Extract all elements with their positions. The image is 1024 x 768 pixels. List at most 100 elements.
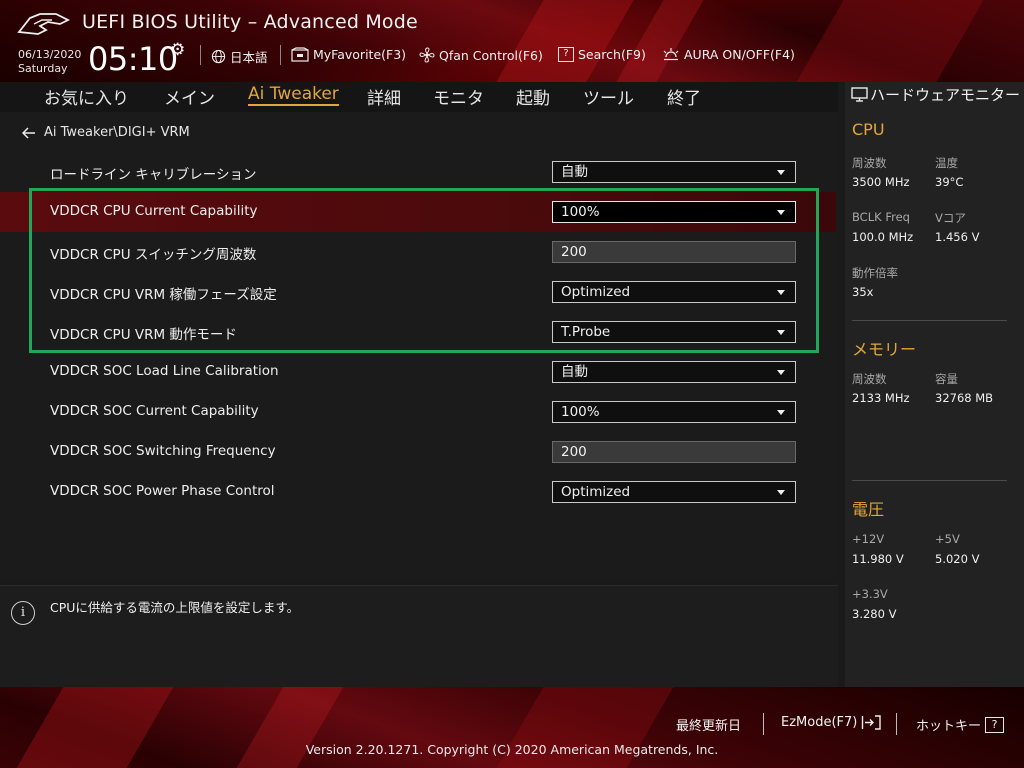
search-label: Search(F9) xyxy=(578,47,646,62)
tab-boot[interactable]: 起動 xyxy=(516,84,550,109)
cpu-heading: CPU xyxy=(852,120,885,139)
dropdown-value: 100% xyxy=(561,204,600,220)
setting-label: VDDCR CPU Current Capability xyxy=(50,203,258,219)
ezmode-button[interactable]: EzMode(F7) xyxy=(781,715,882,730)
bottom-footer: 最終更新日 EzMode(F7) ホットキー ? Version 2.20.12… xyxy=(0,687,1024,768)
favorite-icon xyxy=(291,47,309,62)
hotkeys-label: ホットキー xyxy=(916,719,982,734)
hotkey-help-icon: ? xyxy=(985,716,1005,733)
hardware-monitor-panel: ハードウェアモニター CPU 周波数 温度 3500 MHz 39°C BCLK… xyxy=(845,82,1024,687)
ezmode-label: EzMode(F7) xyxy=(781,715,858,730)
qfan-button[interactable]: Qfan Control(F6) xyxy=(419,47,543,63)
memory-heading: メモリー xyxy=(852,340,917,359)
dropdown-value: 100% xyxy=(561,404,600,420)
gear-icon[interactable]: ⚙ xyxy=(170,40,185,60)
setting-row-soc-llc[interactable]: VDDCR SOC Load Line Calibration 自動 xyxy=(0,352,836,392)
help-bar: i CPUに供給する電流の上限値を設定します。 xyxy=(0,585,838,688)
language-button[interactable]: 日本語 xyxy=(211,47,268,66)
mem-cap-value: 32768 MB xyxy=(935,391,994,405)
main-nav: お気に入り メイン Ai Tweaker 詳細 モニタ 起動 ツール 終了 xyxy=(0,82,838,112)
input-value: 200 xyxy=(561,444,587,460)
hotkeys-button[interactable]: ホットキー ? xyxy=(916,715,1005,734)
last-modified-label: 最終更新日 xyxy=(676,719,742,734)
cpu-temp-value: 39°C xyxy=(935,175,964,189)
dropdown-arrow-icon xyxy=(777,290,785,295)
myfavorite-label: MyFavorite(F3) xyxy=(313,47,407,62)
myfavorite-button[interactable]: MyFavorite(F3) xyxy=(291,47,406,62)
day-text: Saturday xyxy=(18,62,68,75)
qfan-label: Qfan Control(F6) xyxy=(439,47,543,63)
setting-row-cpu-vrm-mode[interactable]: VDDCR CPU VRM 動作モード T.Probe xyxy=(0,312,836,352)
tab-favorites[interactable]: お気に入り xyxy=(44,84,129,109)
hw-monitor-title: ハードウェアモニター xyxy=(851,86,1021,104)
setting-label: VDDCR CPU VRM 稼働フェーズ設定 xyxy=(50,287,277,303)
divider xyxy=(896,713,897,735)
tab-main[interactable]: メイン xyxy=(164,84,215,109)
settings-panel: Ai Tweaker\DIGI+ VRM ロードライン キャリブレーション 自動… xyxy=(0,112,838,578)
search-button[interactable]: ? Search(F9) xyxy=(558,47,646,62)
mem-freq-label: 周波数 xyxy=(852,372,887,386)
setting-label: VDDCR SOC Load Line Calibration xyxy=(50,363,279,379)
voltage-heading: 電圧 xyxy=(852,500,885,519)
mem-freq-value: 2133 MHz xyxy=(852,391,910,405)
soc-switching-frequency-input[interactable]: 200 xyxy=(552,441,796,463)
dropdown-value: Optimized xyxy=(561,284,631,300)
language-label: 日本語 xyxy=(230,50,268,65)
copyright-text: Version 2.20.1271. Copyright (C) 2020 Am… xyxy=(305,742,719,757)
breadcrumb[interactable]: Ai Tweaker\DIGI+ VRM xyxy=(22,125,190,140)
tab-exit[interactable]: 終了 xyxy=(667,84,701,109)
setting-label: VDDCR SOC Current Capability xyxy=(50,403,259,419)
dropdown-arrow-icon xyxy=(777,370,785,375)
rog-logo-icon xyxy=(17,13,71,35)
cpu-freq-value: 3500 MHz xyxy=(852,175,910,189)
vcore-label: Vコア xyxy=(935,211,966,225)
clock[interactable]: 05:10 xyxy=(88,40,178,78)
section-divider xyxy=(852,320,1007,321)
help-text: CPUに供給する電流の上限値を設定します。 xyxy=(50,600,300,615)
dropdown-arrow-icon xyxy=(777,170,785,175)
hw-monitor-title-text: ハードウェアモニター xyxy=(870,86,1021,104)
cpu-vrm-mode-dropdown[interactable]: T.Probe xyxy=(552,321,796,343)
soc-power-phase-dropdown[interactable]: Optimized xyxy=(552,481,796,503)
setting-row-cpu-power-phase[interactable]: VDDCR CPU VRM 稼働フェーズ設定 Optimized xyxy=(0,272,836,312)
dropdown-value: 自動 xyxy=(561,364,588,380)
globe-icon xyxy=(211,49,226,64)
soc-current-capability-dropdown[interactable]: 100% xyxy=(552,401,796,423)
date-display: 06/13/2020 Saturday xyxy=(18,48,81,76)
monitor-icon xyxy=(851,87,868,102)
tab-advanced[interactable]: 詳細 xyxy=(367,84,401,109)
bclk-label: BCLK Freq xyxy=(852,210,910,224)
tab-monitor[interactable]: モニタ xyxy=(433,84,484,109)
setting-row-soc-current-capability[interactable]: VDDCR SOC Current Capability 100% xyxy=(0,392,836,432)
setting-row-soc-switching-frequency[interactable]: VDDCR SOC Switching Frequency 200 xyxy=(0,432,836,472)
cpu-llc-dropdown[interactable]: 自動 xyxy=(552,161,796,183)
setting-row-soc-power-phase[interactable]: VDDCR SOC Power Phase Control Optimized xyxy=(0,472,836,512)
v5-label: +5V xyxy=(935,532,960,546)
cpu-power-phase-dropdown[interactable]: Optimized xyxy=(552,281,796,303)
setting-row-cpu-current-capability[interactable]: VDDCR CPU Current Capability 100% xyxy=(0,192,836,232)
setting-row-cpu-switching-frequency[interactable]: VDDCR CPU スイッチング周波数 200 xyxy=(0,232,836,272)
cpu-switching-frequency-input[interactable]: 200 xyxy=(552,241,796,263)
aura-button[interactable]: AURA ON/OFF(F4) xyxy=(662,47,795,62)
dropdown-value: 自動 xyxy=(561,164,588,180)
divider xyxy=(200,45,201,65)
v12-label: +12V xyxy=(852,532,885,546)
last-modified-button[interactable]: 最終更新日 xyxy=(676,715,741,734)
dropdown-arrow-icon xyxy=(777,490,785,495)
bclk-value: 100.0 MHz xyxy=(852,230,914,244)
back-arrow-icon[interactable] xyxy=(22,126,36,139)
divider xyxy=(280,45,281,65)
setting-label: VDDCR SOC Switching Frequency xyxy=(50,443,276,459)
tab-ai-tweaker[interactable]: Ai Tweaker xyxy=(248,84,339,106)
fan-icon xyxy=(419,47,435,63)
vcore-value: 1.456 V xyxy=(935,230,980,244)
cpu-freq-label: 周波数 xyxy=(852,156,887,170)
input-value: 200 xyxy=(561,244,587,260)
tab-tool[interactable]: ツール xyxy=(583,84,634,109)
cpu-current-capability-dropdown[interactable]: 100% xyxy=(552,201,796,223)
setting-row-cpu-llc[interactable]: ロードライン キャリブレーション 自動 xyxy=(0,152,836,192)
breadcrumb-text: Ai Tweaker\DIGI+ VRM xyxy=(44,125,190,140)
ratio-value: 35x xyxy=(852,285,874,299)
soc-llc-dropdown[interactable]: 自動 xyxy=(552,361,796,383)
divider xyxy=(763,713,764,735)
